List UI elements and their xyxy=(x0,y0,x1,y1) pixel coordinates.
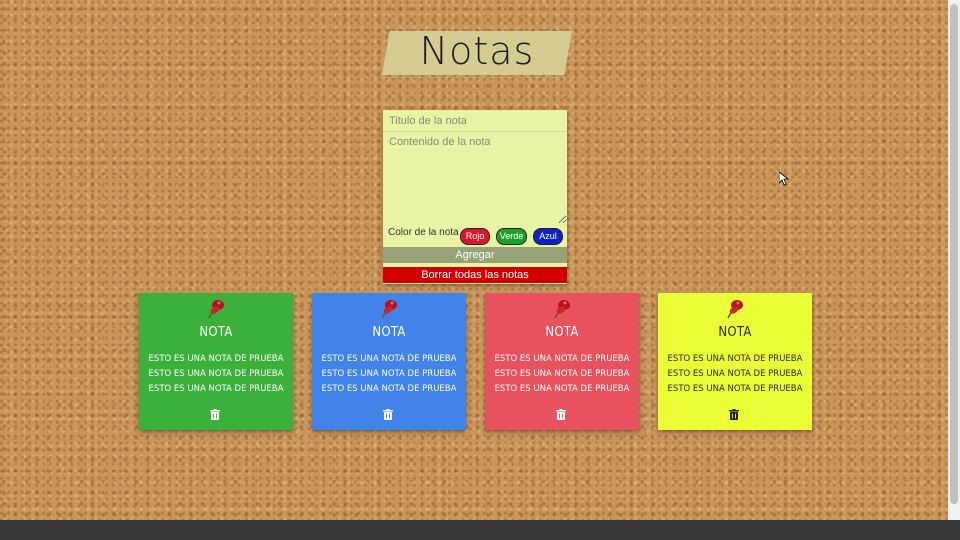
title-banner: Notas xyxy=(382,29,572,77)
pushpin-icon xyxy=(554,300,570,319)
corkboard: Notas Color de la nota Rojo Verde Azul A… xyxy=(0,0,948,520)
pushpin-icon xyxy=(381,300,397,319)
note-title-input[interactable] xyxy=(383,110,567,132)
color-red-button[interactable]: Rojo xyxy=(460,228,490,245)
note-form: Color de la nota Rojo Verde Azul Agregar… xyxy=(383,110,567,284)
note-content: Esto es una nota de prueba esto es una n… xyxy=(321,354,457,394)
note-card: NOTA Esto es una nota de prueba esto es … xyxy=(485,293,639,430)
note-content: Esto es una nota de prueba esto es una n… xyxy=(667,354,803,394)
trash-icon[interactable] xyxy=(383,409,393,420)
note-content-input[interactable] xyxy=(383,132,567,224)
note-content: Esto es una nota de prueba esto es una n… xyxy=(494,354,630,394)
vertical-scrollbar[interactable] xyxy=(948,0,960,520)
delete-all-notes-button[interactable]: Borrar todas las notas xyxy=(383,267,567,283)
note-title: NOTA xyxy=(199,325,233,340)
scrollbar-thumb[interactable] xyxy=(950,4,958,504)
footer-bar xyxy=(0,520,960,540)
note-title: NOTA xyxy=(718,325,752,340)
color-picker: Color de la nota Rojo Verde Azul xyxy=(383,224,567,246)
note-card: NOTA Esto es una nota de prueba esto es … xyxy=(139,293,293,430)
pushpin-icon xyxy=(727,300,743,319)
note-card: NOTA Esto es una nota de prueba esto es … xyxy=(312,293,466,430)
note-card: NOTA Esto es una nota de prueba esto es … xyxy=(658,293,812,430)
trash-icon[interactable] xyxy=(210,409,220,420)
note-content: Esto es una nota de prueba esto es una n… xyxy=(148,354,284,394)
note-title: NOTA xyxy=(372,325,406,340)
add-note-button[interactable]: Agregar xyxy=(383,247,567,263)
mouse-cursor-icon xyxy=(779,172,789,186)
note-title: NOTA xyxy=(545,325,579,340)
trash-icon[interactable] xyxy=(556,409,566,420)
color-label: Color de la nota xyxy=(388,227,459,238)
color-blue-button[interactable]: Azul xyxy=(533,228,563,245)
page-title: Notas xyxy=(419,29,535,73)
pushpin-icon xyxy=(208,300,224,319)
trash-icon[interactable] xyxy=(729,409,739,420)
color-green-button[interactable]: Verde xyxy=(496,228,527,245)
